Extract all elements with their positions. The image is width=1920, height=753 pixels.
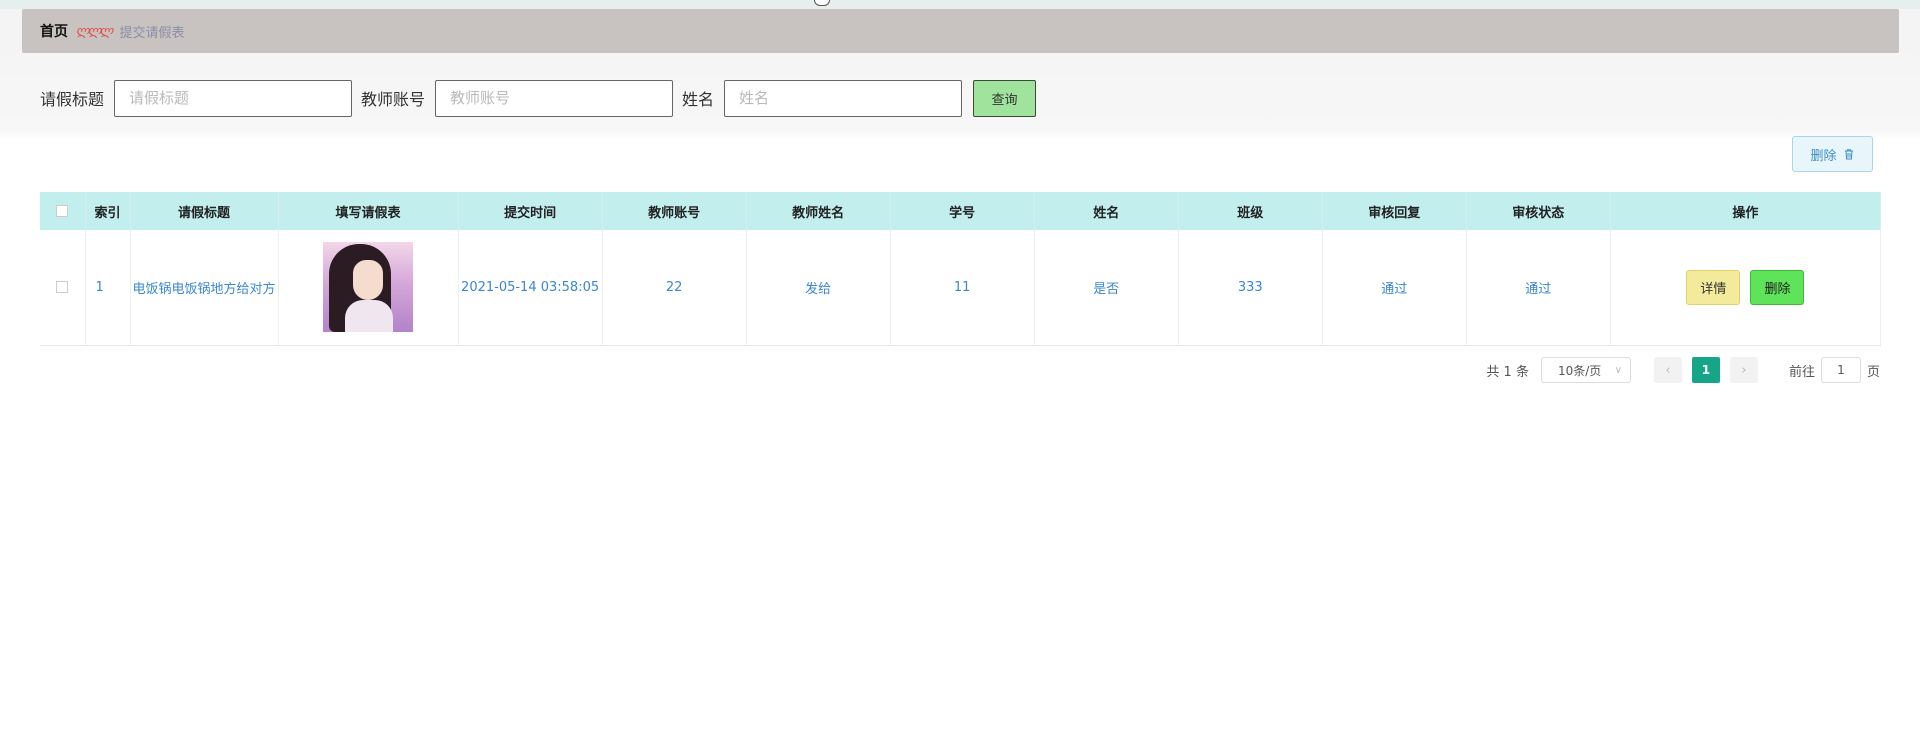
search-label-teacher-account: 教师账号 (361, 90, 426, 109)
cell-index: 1 (85, 230, 131, 346)
table-header: 请假标题 (130, 192, 279, 230)
table-header: 审核回复 (1322, 192, 1467, 230)
prev-page-button[interactable]: ‹ (1653, 357, 1682, 383)
search-label-name: 姓名 (682, 90, 715, 109)
batch-delete-label: 删除 (1810, 148, 1837, 164)
row-checkbox[interactable] (56, 281, 69, 294)
next-page-button[interactable]: › (1729, 357, 1758, 383)
search-bar: 请假标题 教师账号 姓名 查询 (40, 79, 1037, 117)
search-input-teacher-account[interactable] (435, 79, 674, 117)
search-input-name[interactable] (724, 79, 963, 117)
top-strip (0, 0, 1920, 9)
breadcrumb-home[interactable]: 首页 (40, 21, 68, 41)
chevron-down-icon: ∨ (1614, 364, 1622, 376)
pagination: 共 1 条 10条/页 ∨ ‹ 1 › 前往 页 (1486, 357, 1880, 383)
cell-title: 电饭锅电饭锅地方给对方 (130, 230, 279, 346)
cell-leave-form-image (278, 230, 459, 346)
select-all-checkbox[interactable] (56, 205, 69, 217)
table-header: 索引 (85, 192, 131, 230)
table-header-row: 索引 请假标题 填写请假表 提交时间 教师账号 教师姓名 学号 姓名 班级 审核… (40, 192, 1882, 230)
batch-delete-button[interactable]: 删除 (1792, 136, 1873, 172)
query-button[interactable]: 查询 (973, 79, 1037, 117)
cell-name: 是否 (1034, 230, 1179, 346)
search-input-title[interactable] (114, 79, 353, 117)
row-delete-button[interactable]: 删除 (1750, 269, 1805, 305)
table-header: 教师账号 (602, 192, 747, 230)
cell-student-id: 11 (890, 230, 1035, 346)
leave-table: 索引 请假标题 填写请假表 提交时间 教师账号 教师姓名 学号 姓名 班级 审核… (40, 192, 1882, 346)
table-header: 教师姓名 (746, 192, 891, 230)
table-header: 班级 (1178, 192, 1323, 230)
page-number-active[interactable]: 1 (1691, 357, 1720, 383)
chevron-left-icon: ‹ (1665, 362, 1671, 378)
row-select-cell[interactable] (40, 230, 86, 346)
trash-icon (1844, 149, 1853, 160)
search-label-title: 请假标题 (40, 90, 105, 109)
chevron-right-icon: › (1741, 362, 1747, 378)
breadcrumb-separator-icon: ლლლ (76, 23, 113, 39)
breadcrumb-current: 提交请假表 (119, 25, 185, 41)
goto-suffix: 页 (1866, 364, 1880, 380)
page: 首页 ლლლ 提交请假表 请假标题 教师账号 姓名 查询 删除 索引 请假标题 … (0, 0, 1920, 753)
cell-class: 333 (1178, 230, 1323, 346)
detail-button[interactable]: 详情 (1686, 269, 1741, 305)
cell-review-reply: 通过 (1322, 230, 1467, 346)
cell-teacher-account: 22 (602, 230, 747, 346)
table-row: 1 电饭锅电饭锅地方给对方 2021-05-14 03:58:05 22 发给 … (40, 230, 1882, 346)
table-header: 学号 (890, 192, 1035, 230)
cell-actions: 详情 删除 (1610, 230, 1882, 346)
table-header: 提交时间 (458, 192, 603, 230)
goto-label: 前往 (1788, 364, 1815, 380)
pagination-total: 共 1 条 (1486, 364, 1529, 380)
header-select-all[interactable] (40, 192, 86, 230)
page-size-select[interactable]: 10条/页 ∨ (1540, 357, 1631, 383)
cell-submit-time: 2021-05-14 03:58:05 (458, 230, 603, 346)
table-header: 填写请假表 (278, 192, 459, 230)
page-size-value: 10条/页 (1557, 363, 1602, 378)
cell-review-status: 通过 (1466, 230, 1611, 346)
table-header: 审核状态 (1466, 192, 1611, 230)
table-header: 姓名 (1034, 192, 1179, 230)
cell-teacher-name: 发给 (746, 230, 891, 346)
breadcrumb: 首页 ლლლ 提交请假表 (22, 9, 1899, 53)
goto-page-input[interactable] (1820, 357, 1861, 383)
leave-form-thumbnail[interactable] (323, 242, 414, 333)
table-header: 操作 (1610, 192, 1882, 230)
